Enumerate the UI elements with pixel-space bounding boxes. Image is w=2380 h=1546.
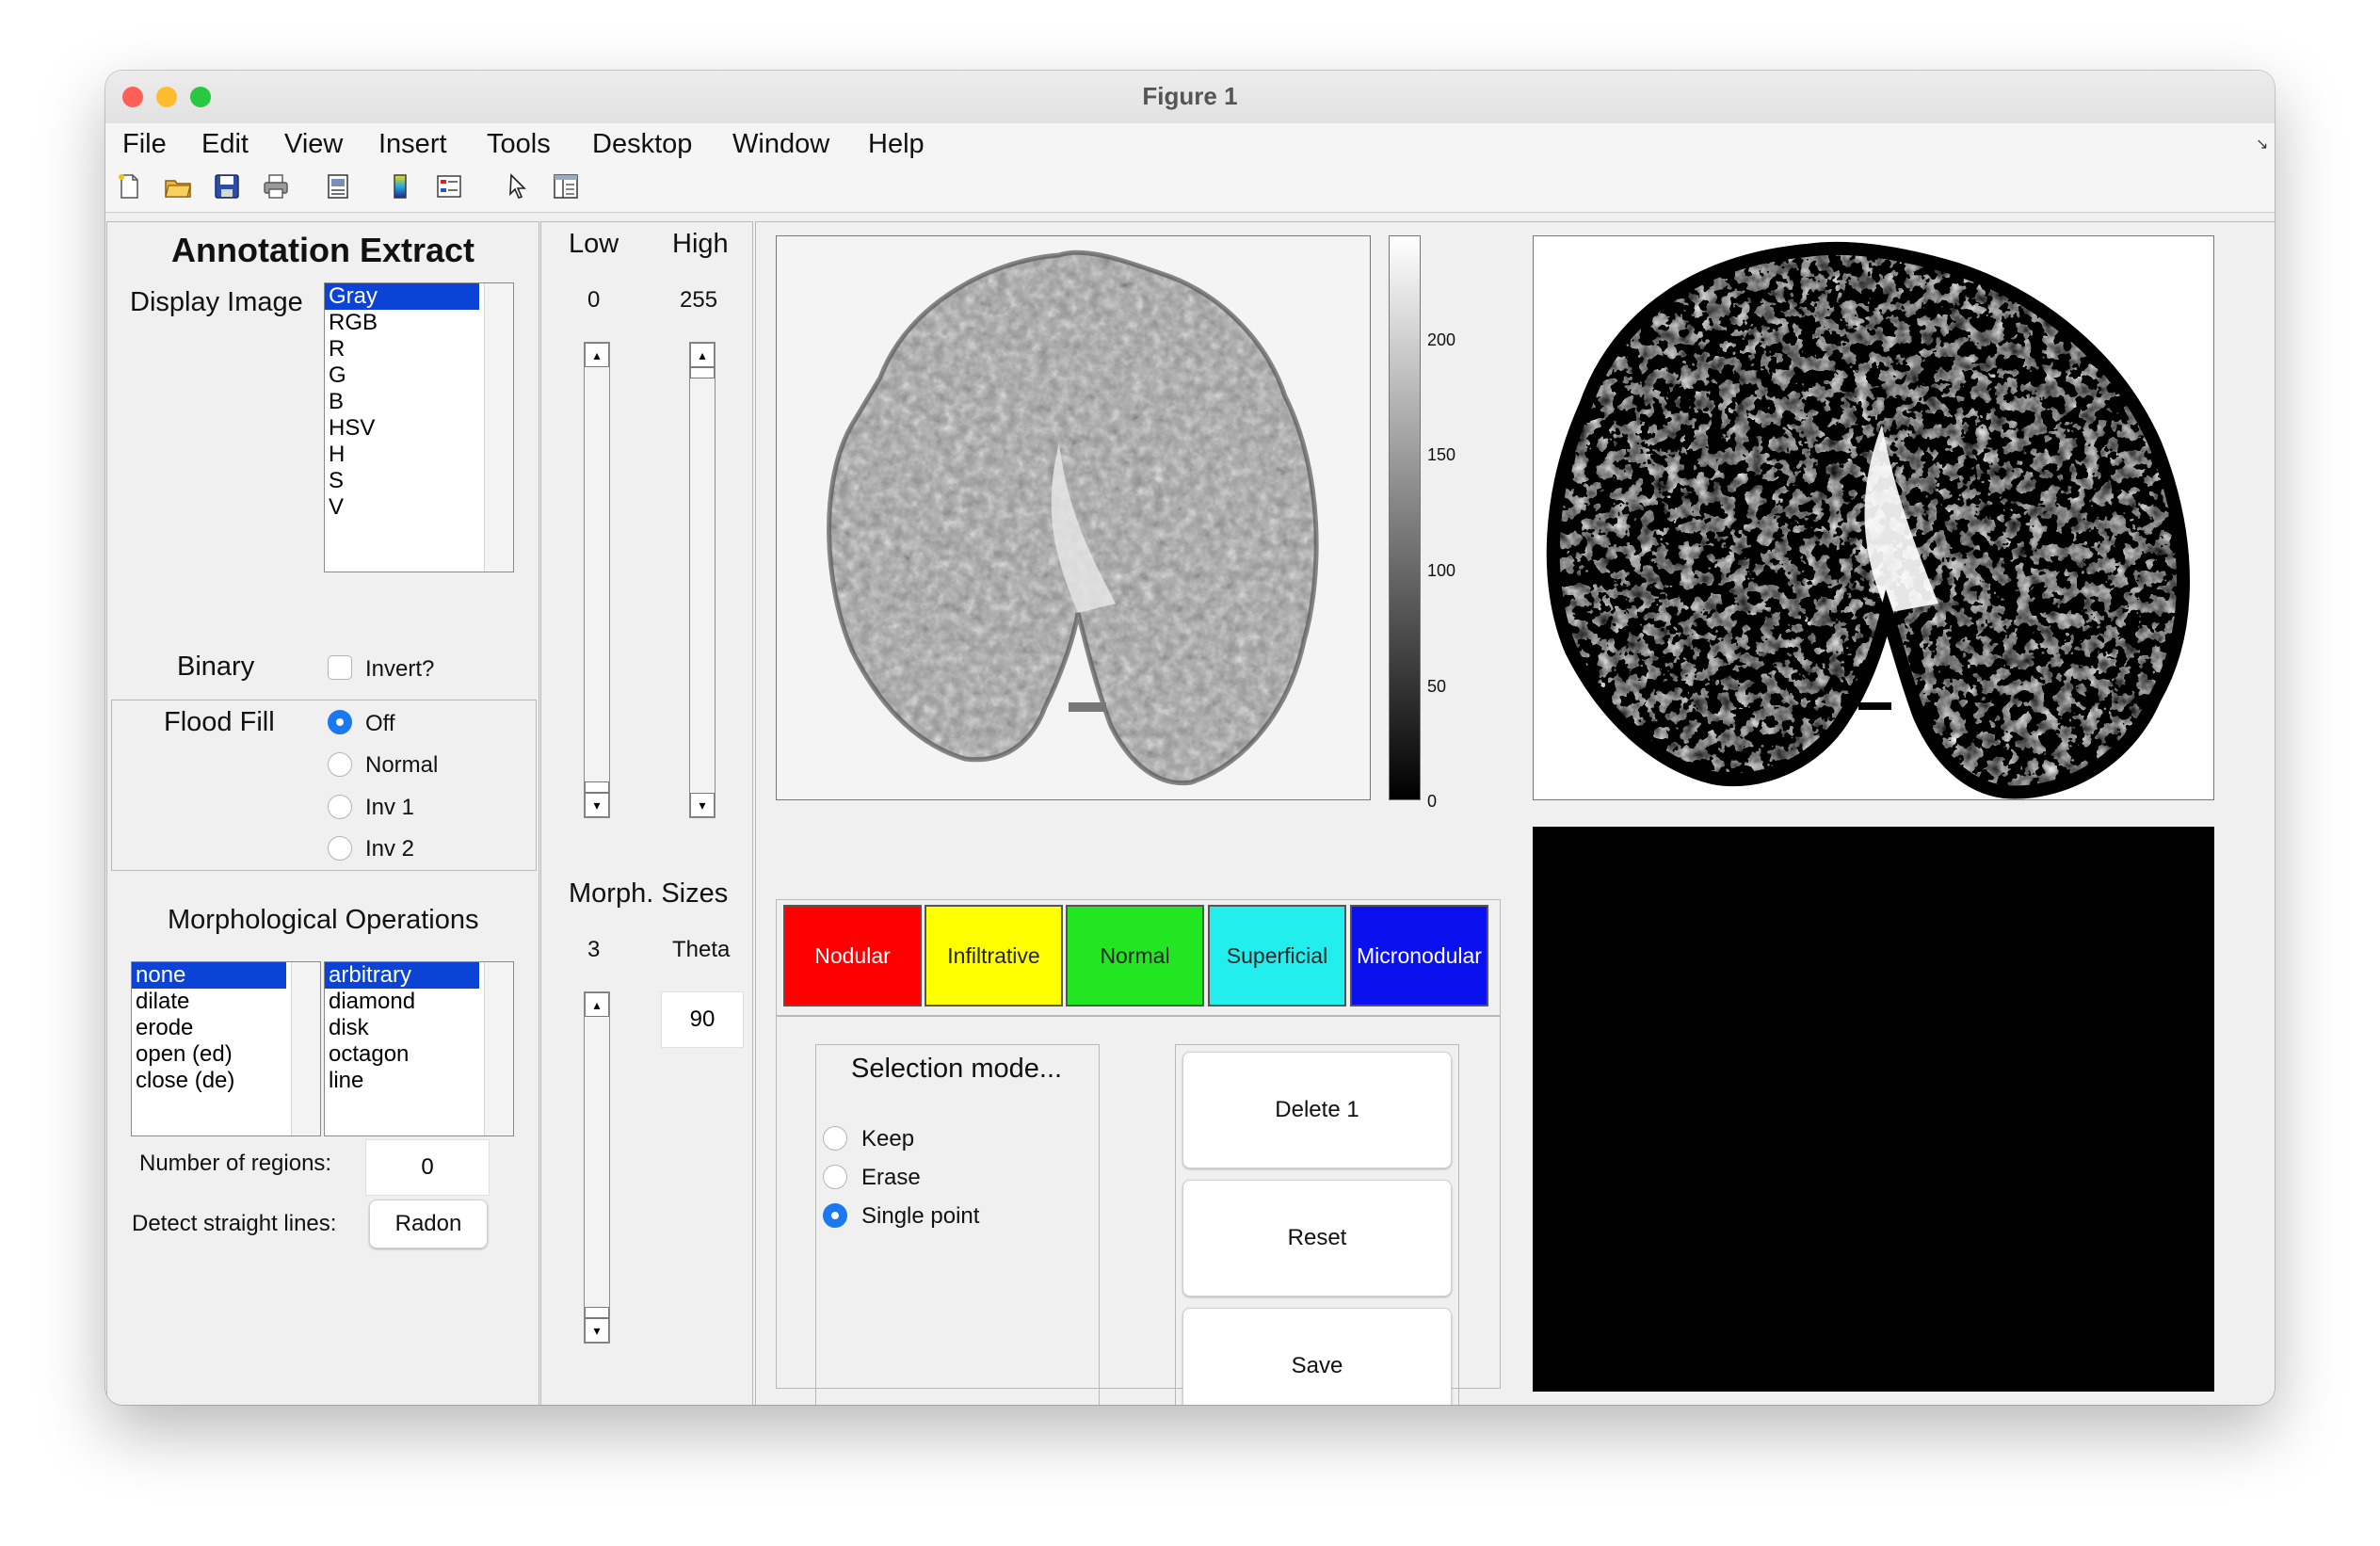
binary-tissue-image xyxy=(1534,236,2213,799)
reset-button[interactable]: Reset xyxy=(1182,1180,1452,1296)
dock-arrow-icon[interactable]: ↘ xyxy=(2256,135,2268,153)
num-regions-label: Number of regions: xyxy=(139,1151,332,1176)
menu-insert[interactable]: Insert xyxy=(378,129,447,160)
menu-file[interactable]: File xyxy=(122,129,167,160)
colorbar-tick: 50 xyxy=(1427,677,1447,696)
open-folder-icon[interactable] xyxy=(164,172,192,201)
slider-thumb[interactable] xyxy=(690,367,715,378)
pointer-icon[interactable] xyxy=(503,172,531,201)
low-label: Low xyxy=(569,229,619,259)
title-bar: Figure 1 xyxy=(105,71,2275,124)
theta-label: Theta xyxy=(672,937,731,962)
slider-down-arrow-icon[interactable]: ▾ xyxy=(585,1318,609,1343)
selection-single-point-label: Single point xyxy=(861,1203,980,1229)
menu-view[interactable]: View xyxy=(284,129,343,160)
slider-up-arrow-icon[interactable]: ▴ xyxy=(585,343,609,367)
toolbar xyxy=(105,163,2275,213)
theta-field[interactable]: 90 xyxy=(661,991,744,1048)
new-file-icon[interactable] xyxy=(115,172,143,201)
high-threshold-slider[interactable]: ▴ ▾ xyxy=(689,342,716,818)
slider-up-arrow-icon[interactable]: ▴ xyxy=(585,992,609,1017)
flood-fill-inv1-radio[interactable] xyxy=(328,795,352,819)
slider-down-arrow-icon[interactable]: ▾ xyxy=(690,793,715,817)
morph-shape-arbitrary[interactable]: arbitrary xyxy=(325,962,479,989)
colorbar-tick: 150 xyxy=(1427,445,1456,464)
selection-erase-label: Erase xyxy=(861,1165,921,1190)
flood-fill-label: Flood Fill xyxy=(164,707,275,737)
colorbar-tick: 100 xyxy=(1427,561,1456,580)
listbox-scrollbar[interactable] xyxy=(291,962,320,1135)
gray-tissue-image xyxy=(777,236,1370,799)
window-title: Figure 1 xyxy=(1142,82,1238,110)
flood-fill-inv2-radio[interactable] xyxy=(328,836,352,861)
high-label: High xyxy=(672,229,729,259)
menu-window[interactable]: Window xyxy=(732,129,829,160)
menu-tools[interactable]: Tools xyxy=(487,129,551,160)
invert-label: Invert? xyxy=(365,656,435,682)
detect-lines-label: Detect straight lines: xyxy=(132,1211,337,1236)
slider-up-arrow-icon[interactable]: ▴ xyxy=(690,343,715,367)
flood-fill-inv1-label: Inv 1 xyxy=(365,795,415,820)
binary-label: Binary xyxy=(177,652,255,682)
grayscale-colorbar[interactable] xyxy=(1389,235,1421,800)
morph-op-none[interactable]: none xyxy=(132,962,286,989)
slider-down-arrow-icon[interactable]: ▾ xyxy=(585,793,609,817)
morph-ops-title: Morphological Operations xyxy=(168,905,479,935)
display-image-label: Display Image xyxy=(130,287,303,317)
morph-size-slider[interactable]: ▴ ▾ xyxy=(584,991,610,1344)
menu-help[interactable]: Help xyxy=(868,129,925,160)
panel-title: Annotation Extract xyxy=(171,231,475,269)
class-micronodular-button[interactable]: Micronodular xyxy=(1350,905,1488,1007)
selection-keep-radio[interactable] xyxy=(823,1126,847,1151)
menu-bar: File Edit View Insert Tools Desktop Wind… xyxy=(105,123,2275,164)
slider-thumb[interactable] xyxy=(585,781,609,793)
selection-erase-radio[interactable] xyxy=(823,1165,847,1189)
num-regions-field[interactable]: 0 xyxy=(365,1139,490,1196)
class-normal-button[interactable]: Normal xyxy=(1066,905,1204,1007)
selection-keep-label: Keep xyxy=(861,1126,915,1151)
morph-sizes-label: Morph. Sizes xyxy=(569,878,729,909)
class-nodular-button[interactable]: Nodular xyxy=(783,905,922,1007)
flood-fill-inv2-label: Inv 2 xyxy=(365,836,415,862)
display-image-listbox[interactable]: Gray RGB R G B HSV H S V xyxy=(324,282,514,572)
selection-single-point-radio[interactable] xyxy=(823,1203,847,1228)
colorbar-icon[interactable] xyxy=(386,172,414,201)
display-image-option-gray[interactable]: Gray xyxy=(325,283,479,310)
morph-size-value: 3 xyxy=(587,937,601,962)
threshold-panel xyxy=(540,221,753,1405)
morph-shape-listbox[interactable]: arbitrary diamond disk octagon line xyxy=(324,961,514,1136)
property-inspector-icon[interactable] xyxy=(552,172,580,201)
menu-desktop[interactable]: Desktop xyxy=(592,129,692,160)
save-button[interactable]: Save xyxy=(1182,1308,1452,1405)
flood-fill-normal-radio[interactable] xyxy=(328,752,352,777)
print-icon[interactable] xyxy=(262,172,290,201)
class-superficial-button[interactable]: Superficial xyxy=(1208,905,1346,1007)
flood-fill-off-label: Off xyxy=(365,711,395,736)
flood-fill-normal-label: Normal xyxy=(365,752,439,778)
save-icon[interactable] xyxy=(213,172,241,201)
colorbar-tick: 0 xyxy=(1427,792,1438,811)
legend-icon[interactable] xyxy=(435,172,463,201)
selection-mode-title: Selection mode... xyxy=(851,1054,1063,1084)
flood-fill-off-radio[interactable] xyxy=(328,710,352,734)
print-preview-icon[interactable] xyxy=(324,172,352,201)
morph-ops-listbox[interactable]: none dilate erode open (ed) close (de) xyxy=(131,961,321,1136)
low-value: 0 xyxy=(587,287,601,313)
delete-button[interactable]: Delete 1 xyxy=(1182,1052,1452,1168)
radon-button[interactable]: Radon xyxy=(369,1200,488,1248)
slider-thumb[interactable] xyxy=(585,1307,609,1318)
low-threshold-slider[interactable]: ▴ ▾ xyxy=(584,342,610,818)
menu-edit[interactable]: Edit xyxy=(201,129,249,160)
binary-image-axes[interactable] xyxy=(1533,235,2214,800)
class-infiltrative-button[interactable]: Infiltrative xyxy=(925,905,1063,1007)
invert-checkbox[interactable] xyxy=(328,655,352,680)
gray-image-axes[interactable] xyxy=(776,235,1371,800)
listbox-scrollbar[interactable] xyxy=(484,962,513,1135)
output-mask-axes[interactable] xyxy=(1533,827,2214,1392)
figure-window: Figure 1 File Edit View Insert Tools Des… xyxy=(105,71,2275,1405)
listbox-scrollbar[interactable] xyxy=(484,283,513,572)
high-value: 255 xyxy=(680,287,718,313)
colorbar-tick: 200 xyxy=(1427,330,1456,349)
